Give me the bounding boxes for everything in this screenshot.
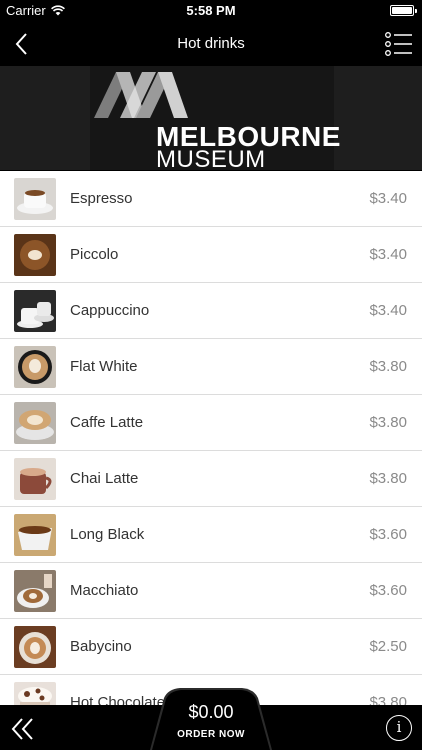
chai-latte-photo <box>14 458 56 500</box>
hot-chocolate-photo <box>14 682 56 705</box>
item-name: Cappuccino <box>70 302 150 319</box>
order-now-label: ORDER NOW <box>177 729 245 740</box>
item-name: Espresso <box>70 190 133 207</box>
battery-level <box>392 7 412 14</box>
item-price: $2.50 <box>369 638 407 655</box>
caffe-latte-photo <box>14 402 56 444</box>
item-price: $3.60 <box>369 582 407 599</box>
info-icon: i <box>396 718 402 736</box>
cappuccino-photo <box>14 290 56 332</box>
list-item[interactable]: Espresso $3.40 <box>0 171 422 227</box>
menu-button[interactable] <box>384 30 414 58</box>
long-black-photo <box>14 514 56 556</box>
item-name: Babycino <box>70 638 132 655</box>
item-price: $3.80 <box>369 358 407 375</box>
item-price: $3.80 <box>369 694 407 705</box>
item-name: Chai Latte <box>70 470 139 487</box>
babycino-photo <box>14 626 56 668</box>
item-name: Macchiato <box>70 582 139 599</box>
museum-logo-mark-icon <box>94 72 188 118</box>
item-price: $3.80 <box>369 470 407 487</box>
logo-text-line2: MUSEUM <box>156 146 266 170</box>
list-item[interactable]: Piccolo $3.40 <box>0 227 422 283</box>
list-item[interactable]: Babycino $2.50 <box>0 619 422 675</box>
item-price: $3.40 <box>369 302 407 319</box>
list-item[interactable]: Flat White $3.80 <box>0 339 422 395</box>
item-name: Flat White <box>70 358 138 375</box>
macchiato-photo <box>14 570 56 612</box>
item-price: $3.40 <box>369 246 407 263</box>
order-total: $0.00 <box>188 702 234 722</box>
drinks-list: Espresso $3.40 Piccolo $3.40 Cappuccino … <box>0 171 422 705</box>
list-item[interactable]: Cappuccino $3.40 <box>0 283 422 339</box>
info-button[interactable]: i <box>386 715 412 741</box>
page-title: Hot drinks <box>177 35 245 52</box>
piccolo-photo <box>14 234 56 276</box>
status-time: 5:58 PM <box>186 3 236 18</box>
venue-banner: MELBOURNE MUSEUM <box>0 66 422 170</box>
item-price: $3.80 <box>369 414 407 431</box>
order-now-button[interactable]: $0.00 ORDER NOW <box>146 686 276 750</box>
rewind-button[interactable] <box>10 717 36 741</box>
flat-white-photo <box>14 346 56 388</box>
list-item[interactable]: Long Black $3.60 <box>0 507 422 563</box>
museum-logo: MELBOURNE MUSEUM <box>90 66 340 170</box>
item-name: Piccolo <box>70 246 119 263</box>
list-item[interactable]: Caffe Latte $3.80 <box>0 395 422 451</box>
item-price: $3.60 <box>369 526 407 543</box>
double-chevron-left-icon <box>11 718 33 740</box>
item-name: Long Black <box>70 526 145 543</box>
item-name: Caffe Latte <box>70 414 144 431</box>
list-item[interactable]: Chai Latte $3.80 <box>0 451 422 507</box>
status-bar: Carrier 5:58 PM <box>0 0 422 22</box>
espresso-photo <box>14 178 56 220</box>
item-price: $3.40 <box>369 190 407 207</box>
list-menu-icon <box>385 32 412 56</box>
battery-icon <box>390 5 417 16</box>
list-item[interactable]: Macchiato $3.60 <box>0 563 422 619</box>
nav-bar: Hot drinks <box>0 22 422 66</box>
